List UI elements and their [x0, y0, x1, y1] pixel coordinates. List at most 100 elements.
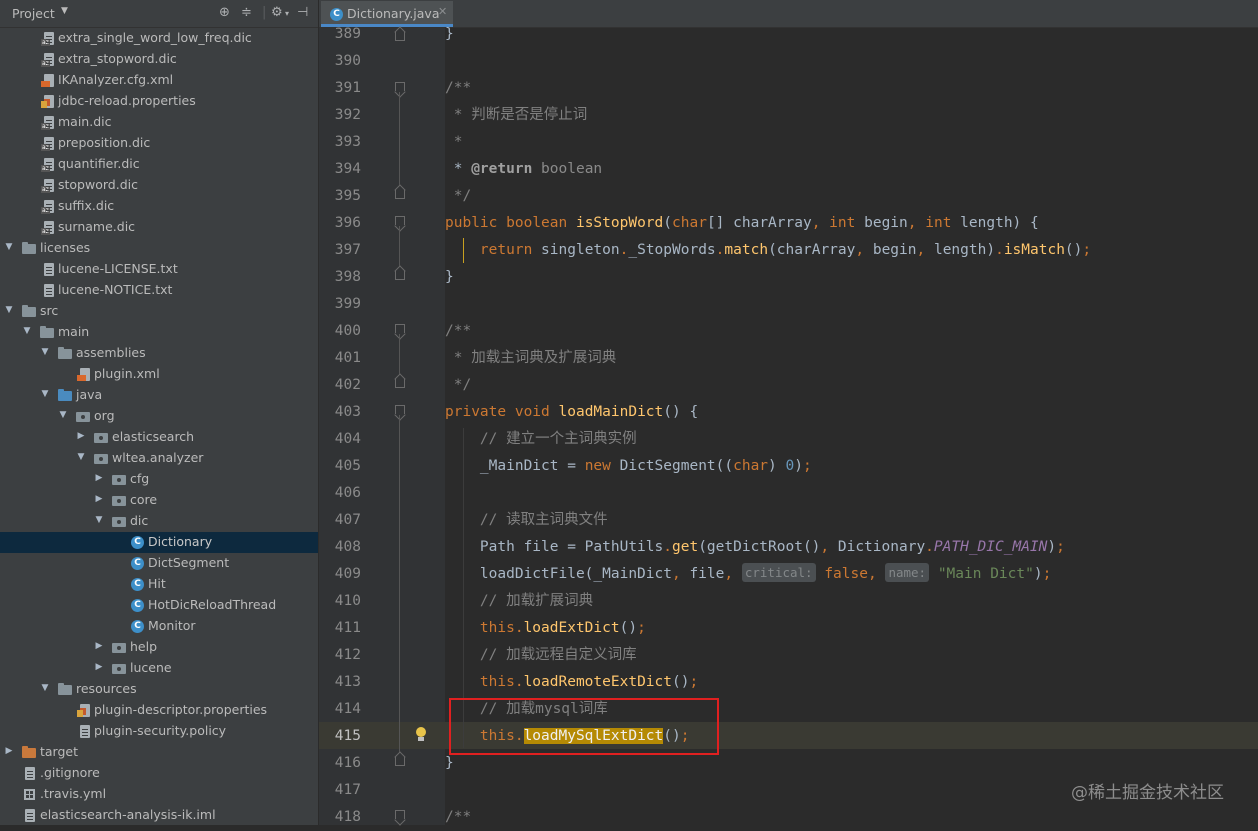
code-line[interactable]: * 判断是否是停止词 [445, 102, 587, 129]
chevron-down-icon[interactable]: ▼ [4, 305, 14, 315]
chevron-down-icon[interactable]: ▼ [40, 389, 50, 399]
line-number[interactable]: 396 [319, 210, 361, 237]
line-number[interactable]: 399 [319, 291, 361, 318]
tree-item[interactable]: az stopword.dic [0, 175, 318, 196]
tree-item[interactable]: C DictSegment [0, 553, 318, 574]
tree-folder[interactable]: ▶ help [0, 637, 318, 658]
line-number[interactable]: 414 [319, 696, 361, 723]
fold-icon[interactable] [395, 810, 407, 824]
line-number[interactable]: 390 [319, 48, 361, 75]
tree-folder[interactable]: ▼ org [0, 406, 318, 427]
line-number[interactable]: 411 [319, 615, 361, 642]
tree-item[interactable]: plugin.xml [0, 364, 318, 385]
line-number[interactable]: 395 [319, 183, 361, 210]
chevron-down-icon[interactable]: ▼ [61, 6, 68, 16]
tree-item[interactable]: jdbc-reload.properties [0, 91, 318, 112]
line-number[interactable]: 407 [319, 507, 361, 534]
tree-item[interactable]: .gitignore [0, 763, 318, 784]
tree-folder[interactable]: ▼ java [0, 385, 318, 406]
hide-icon[interactable]: ⊣ [297, 5, 308, 20]
tree-folder[interactable]: ▶ core [0, 490, 318, 511]
code-line[interactable]: Path file = PathUtils.get(getDictRoot(),… [445, 534, 1065, 561]
code-line[interactable]: /** [445, 804, 471, 831]
line-number[interactable]: 400 [319, 318, 361, 345]
line-number[interactable]: 397 [319, 237, 361, 264]
chevron-down-icon[interactable]: ▼ [40, 683, 50, 693]
fold-end-icon[interactable] [395, 27, 407, 41]
code-line[interactable]: loadDictFile(_MainDict, file, critical: … [445, 561, 1051, 588]
code-line[interactable]: // 读取主词典文件 [445, 507, 608, 534]
line-number[interactable]: 403 [319, 399, 361, 426]
fold-icon[interactable] [395, 216, 407, 230]
tree-item[interactable]: az preposition.dic [0, 133, 318, 154]
code-line[interactable]: * 加载主词典及扩展词典 [445, 345, 616, 372]
fold-end-icon[interactable] [395, 266, 407, 280]
line-number[interactable]: 398 [319, 264, 361, 291]
tree-item[interactable]: az quantifier.dic [0, 154, 318, 175]
tree-item[interactable]: az extra_stopword.dic [0, 49, 318, 70]
code-line[interactable]: this.loadExtDict(); [445, 615, 646, 642]
fold-icon[interactable] [395, 82, 407, 96]
collapse-icon[interactable]: ≑ [241, 5, 252, 20]
tree-folder[interactable]: ▼ main [0, 322, 318, 343]
gear-icon[interactable]: ⚙ [271, 5, 283, 20]
chevron-down-icon[interactable]: ▼ [76, 452, 86, 462]
tree-item[interactable]: plugin-descriptor.properties [0, 700, 318, 721]
code-line[interactable]: } [445, 264, 454, 291]
tree-item[interactable]: C HotDicReloadThread [0, 595, 318, 616]
line-number[interactable]: 412 [319, 642, 361, 669]
chevron-right-icon[interactable]: ▶ [76, 431, 86, 441]
code-line[interactable]: // 加载扩展词典 [445, 588, 593, 615]
fold-end-icon[interactable] [395, 374, 407, 388]
line-number[interactable]: 406 [319, 480, 361, 507]
chevron-right-icon[interactable]: ▶ [94, 473, 104, 483]
line-number[interactable]: 405 [319, 453, 361, 480]
code-line[interactable]: _MainDict = new DictSegment((char) 0); [445, 453, 812, 480]
code-line[interactable]: // 建立一个主词典实例 [445, 426, 637, 453]
project-view-dropdown[interactable]: Project [12, 6, 55, 21]
line-number[interactable]: 410 [319, 588, 361, 615]
chevron-right-icon[interactable]: ▶ [94, 662, 104, 672]
gear-dropdown-icon[interactable]: ▾ [285, 9, 289, 18]
tree-folder[interactable]: ▼ licenses [0, 238, 318, 259]
chevron-down-icon[interactable]: ▼ [94, 515, 104, 525]
fold-icon[interactable] [395, 405, 407, 419]
line-number[interactable]: 391 [319, 75, 361, 102]
line-number[interactable]: 389 [319, 21, 361, 48]
code-line[interactable]: return singleton._StopWords.match(charAr… [445, 237, 1091, 264]
chevron-down-icon[interactable]: ▼ [22, 326, 32, 336]
chevron-right-icon[interactable]: ▶ [4, 746, 14, 756]
tree-item[interactable]: az main.dic [0, 112, 318, 133]
chevron-down-icon[interactable]: ▼ [40, 347, 50, 357]
line-number[interactable]: 418 [319, 804, 361, 831]
tree-item[interactable]: az extra_single_word_low_freq.dic [0, 28, 318, 49]
tree-item[interactable]: lucene-NOTICE.txt [0, 280, 318, 301]
lightbulb-icon[interactable] [415, 727, 427, 743]
tree-item[interactable]: IKAnalyzer.cfg.xml [0, 70, 318, 91]
line-number[interactable]: 404 [319, 426, 361, 453]
tree-item[interactable]: elasticsearch-analysis-ik.iml [0, 805, 318, 825]
line-number-current[interactable]: 415 [319, 723, 361, 750]
line-number[interactable]: 392 [319, 102, 361, 129]
line-number[interactable]: 393 [319, 129, 361, 156]
tree-item[interactable]: az surname.dic [0, 217, 318, 238]
tree-item[interactable]: lucene-LICENSE.txt [0, 259, 318, 280]
line-number[interactable]: 402 [319, 372, 361, 399]
line-number[interactable]: 394 [319, 156, 361, 183]
code-line[interactable]: */ [445, 183, 471, 210]
fold-end-icon[interactable] [395, 752, 407, 766]
code-line[interactable]: * [445, 129, 463, 156]
fold-icon[interactable] [395, 324, 407, 338]
code-line[interactable]: */ [445, 372, 471, 399]
tree-folder[interactable]: ▶ elasticsearch [0, 427, 318, 448]
tree-folder[interactable]: ▶ target [0, 742, 318, 763]
code-line[interactable]: /** [445, 318, 471, 345]
tree-item[interactable]: C Hit [0, 574, 318, 595]
line-number[interactable]: 416 [319, 750, 361, 777]
line-number[interactable]: 417 [319, 777, 361, 804]
line-number[interactable]: 409 [319, 561, 361, 588]
tree-item-selected[interactable]: C Dictionary [0, 532, 318, 553]
tree-folder[interactable]: ▶ lucene [0, 658, 318, 679]
tree-folder[interactable]: ▶ cfg [0, 469, 318, 490]
code-line[interactable]: private void loadMainDict() { [445, 399, 698, 426]
